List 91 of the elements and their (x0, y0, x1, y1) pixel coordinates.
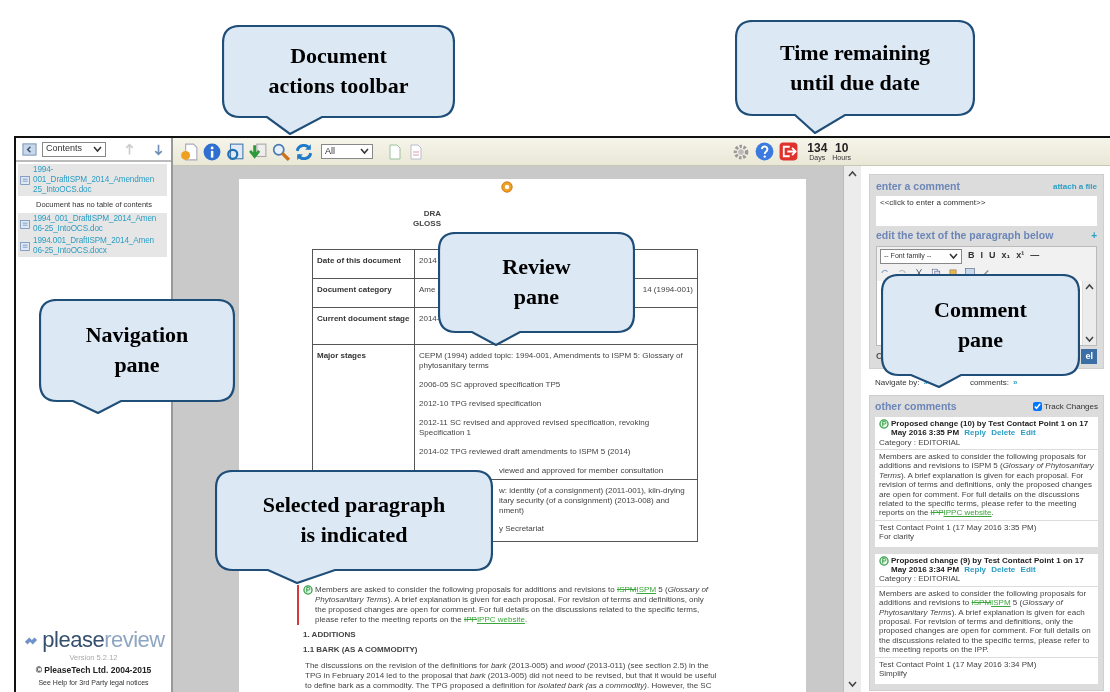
comment-category: Category : EDITORIAL (879, 437, 961, 447)
comment-action-link[interactable]: Reply (964, 565, 987, 575)
download-icon[interactable] (249, 142, 267, 161)
table-cell-text: itary security (of a consignment) (2013-008) and (499, 496, 670, 505)
table-cell-text: w: identity (of a consignment) (2011-001), kiln-drying (499, 486, 685, 495)
settings-icon[interactable] (732, 142, 751, 161)
comment-action-link[interactable]: Edit (1020, 428, 1036, 438)
callout: Time remaining until due date (735, 20, 975, 134)
marker-icon[interactable] (501, 180, 513, 193)
product-logo: pleasereview (42, 628, 165, 651)
callout: Document actions toolbar (222, 25, 455, 135)
document-icon (20, 240, 31, 252)
comment-input-field[interactable]: <<click to enter a comment>> (876, 195, 1097, 226)
track-changes-label: Track Changes (1044, 400, 1098, 413)
document-refresh-icon[interactable] (226, 142, 244, 161)
comment-note: Simplify (879, 669, 907, 679)
format-button[interactable]: x₁ (1001, 249, 1011, 263)
scroll-up-icon[interactable] (848, 170, 857, 177)
table-cell-text: y Secretariat (499, 524, 544, 533)
comment-note: For clarity (879, 532, 915, 542)
comment-action-link[interactable]: Delete (991, 428, 1016, 438)
hours-remaining: 10 (834, 141, 849, 154)
filter-select[interactable]: All (321, 144, 373, 159)
format-button[interactable]: U (989, 249, 996, 263)
comment-action-link[interactable]: Reply (964, 428, 987, 438)
change-marker-icon (879, 418, 889, 429)
dropdown-caret-icon[interactable] (92, 145, 102, 153)
comment-author: Test Contact Point 1 (17 May 2016 3:35 PM) (879, 522, 1037, 532)
comment-category: Category : EDITORIAL (879, 574, 961, 584)
comment-author: Test Contact Point 1 (17 May 2016 3:34 PM) (879, 659, 1037, 669)
section-heading: 1. ADDITIONS (303, 630, 356, 639)
panel-title: other comments (875, 399, 957, 414)
document-title: GLOSS (413, 219, 441, 228)
document-title: DRA (423, 209, 441, 218)
view-select[interactable]: Contents (42, 141, 106, 157)
comment-heading: Proposed change (10) by Test Contact Point 1 on 17 May 2016 3:35 PM Reply Delete Edit (891, 418, 1090, 438)
panel-toggle-icon[interactable] (22, 141, 37, 157)
section-heading: 1.1 BARK (AS A COMMODITY) (303, 645, 418, 654)
days-remaining: 134 (807, 141, 828, 154)
format-button[interactable]: B (968, 249, 975, 263)
info-icon[interactable] (203, 142, 221, 161)
action-button[interactable]: el (1081, 348, 1097, 364)
dropdown-caret-icon[interactable] (949, 252, 958, 260)
navigate-label: Navigate by: (875, 377, 920, 389)
next-comment-link[interactable]: » (1013, 377, 1018, 389)
document-icon (20, 218, 31, 230)
scrollbar[interactable] (1082, 280, 1096, 345)
table-cell-text: Ame (419, 285, 436, 295)
scroll-down-icon[interactable] (848, 681, 857, 688)
track-changes-checkbox[interactable] (1033, 402, 1043, 412)
copyright-text: © PleaseTech Ltd. 2004-2015 (35, 663, 152, 677)
refresh-icon[interactable] (295, 142, 313, 161)
panel-title: enter a comment (876, 179, 961, 194)
table-cell-text: 2012-11 SC revised and approved revised specification, revoking Specification 1 (419, 418, 650, 437)
table-cell-text: CEPM (1994) added topic: 1994-001, Amendments to ISPM 5: Glossary of phytosanitary terms (419, 351, 683, 370)
document-paragraph[interactable]: The discussions on the revision of the definitions for bark (2013-005) and wood (2013-011) (see section 2.5) in the TPG in February 2014 led to the proposal that bark (2013-005) did not need to be revised, but that it would be useful to define bark as a commodity. The TPG proposed a definition for isolated bark (as a commodity). However, the SC (305, 661, 719, 691)
table-cell-text: viewed and approved for member consultation (499, 466, 664, 475)
table-label: Document category (317, 285, 392, 294)
panel-title: edit the text of the paragraph below (876, 227, 1054, 243)
table-label: Current document stage (317, 314, 410, 323)
comment-body: Members are asked to consider the following proposals for additions and revisions to ISPMISPM 5 (Glossary of Phytosanitary Terms). A brief explanation is given for each proposal. For revision of terms and definitions, only the proposed changes are open for comment. For full details on the discussions related to the specific terms, please refer to the meeting reports on the IPP. (879, 588, 1092, 655)
comment-action-link[interactable]: Delete (991, 565, 1016, 575)
search-icon[interactable] (272, 142, 290, 161)
scroll-up-icon[interactable] (1085, 282, 1094, 290)
document-icon (20, 174, 31, 186)
paragraph-marker-icon[interactable] (303, 585, 313, 595)
table-cell-text: 2006-05 SC approved specification TP5 (419, 380, 561, 389)
help-icon[interactable] (755, 142, 775, 161)
comment-action-link[interactable]: Edit (1020, 565, 1036, 575)
comment-body: Members are asked to consider the following proposals for additions and revisions to ISPM 5 (Glossary of Phytosanitary Terms). A brief explanation is given for each proposal. For revision of terms and definitions, only the proposed changes are open for comment. For full details on the discussions related to the specific terms, please refer to the meeting reports on the IPPIPPC website. (879, 451, 1094, 518)
table-cell-text: 14 (1994-001) (642, 285, 693, 295)
table-cell-text: 2014 (419, 256, 437, 265)
comments-label: comments: (969, 377, 1010, 389)
attach-file-link[interactable]: attach a file (1053, 180, 1097, 193)
comment-heading: Proposed change (9) by Test Contact Point 1 on 17 May 2016 3:34 PM Reply Delete Edit (891, 555, 1085, 575)
format-button[interactable]: — (1030, 249, 1040, 263)
table-cell-text: 2014-02 TPG reviewed draft amendments to ISPM 5 (2014) (419, 447, 631, 456)
exit-icon[interactable] (779, 142, 799, 161)
format-button[interactable]: x¹ (1016, 249, 1025, 263)
format-button[interactable]: I (980, 249, 983, 263)
table-label: Major stages (317, 351, 366, 360)
dropdown-caret-icon[interactable] (360, 148, 369, 155)
scrollbar[interactable] (843, 166, 861, 692)
table-label: Date of this document (317, 256, 401, 265)
change-marker-icon (879, 555, 889, 566)
document-paragraph[interactable]: Members are asked to consider the following proposals for additions and revisions to ISPMISPM 5 (Glossary of Phytosanitary Terms). A brief explanation is given for each proposal. For revision of terms and definitions, only the proposed changes are open for comment. For full details on the discussions related to the specific terms, please refer to the meeting reports on the IPPIPPC website. (315, 585, 713, 625)
expand-button[interactable]: + (1091, 228, 1097, 244)
scroll-down-icon[interactable] (1085, 335, 1094, 343)
table-cell-text: nment) (499, 506, 524, 515)
table-cell-text: 2012-10 TPG revised specification (419, 399, 542, 408)
table-cell-text: 2014- (419, 314, 440, 323)
